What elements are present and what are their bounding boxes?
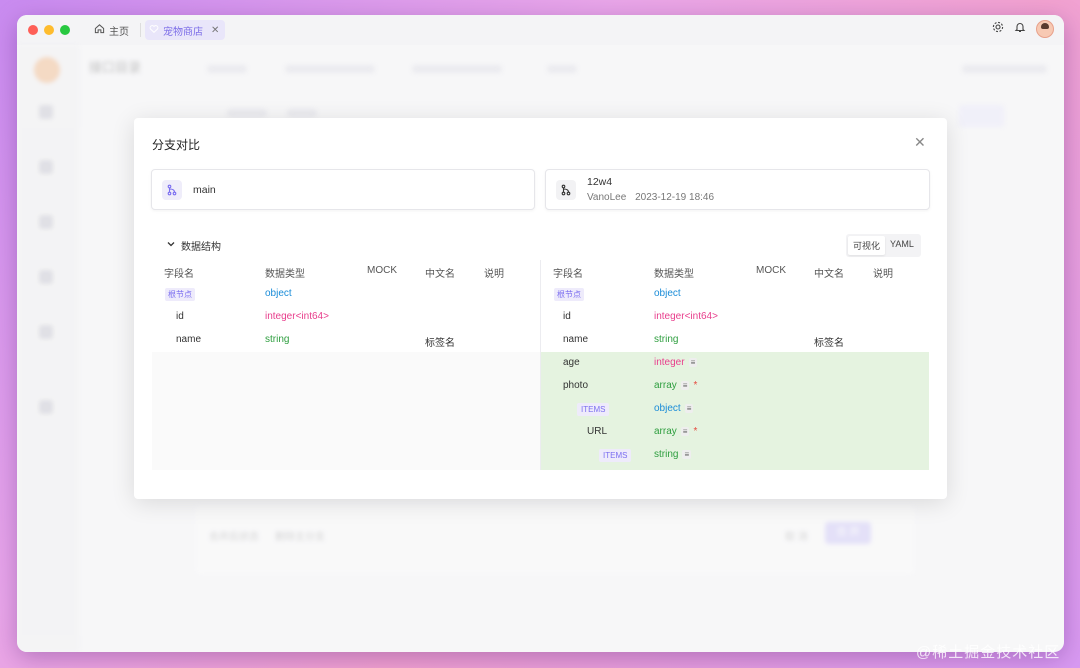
field-type: string (265, 334, 290, 345)
avatar[interactable] (1036, 20, 1054, 38)
toggle-visual[interactable]: 可视化 (848, 236, 886, 255)
right-schema-table: 字段名 数据类型 MOCK 中文名 说明 根节点 object id integ… (540, 260, 929, 470)
maximize-window-button[interactable] (60, 25, 70, 35)
column-header: 字段名 (164, 269, 194, 280)
field-name: name (176, 334, 202, 345)
branch-author: VanoLee (587, 192, 627, 203)
view-toggle: 可视化 YAML (846, 234, 921, 257)
left-branch-name: main (193, 184, 216, 196)
right-branch-meta: VanoLee 2023-12-19 18:46 (587, 192, 720, 203)
column-header: 数据类型 (265, 269, 305, 280)
git-branch-icon (556, 180, 576, 200)
table-row: id integer<int64> (152, 306, 540, 329)
close-icon[interactable]: ✕ (914, 134, 926, 151)
toggle-yaml[interactable]: YAML (885, 236, 919, 255)
field-type-cell: string ≡ (654, 449, 692, 460)
column-header: 字段名 (553, 269, 583, 280)
field-type: integer<int64> (654, 311, 718, 322)
tag-icon: ≡ (684, 404, 694, 413)
column-header: MOCK (756, 265, 786, 276)
field-name: name (563, 334, 589, 345)
table-row-added: URL array ≡ * (541, 421, 929, 444)
table-row-added: age integer ≡ (541, 352, 929, 375)
left-branch-card: main (151, 169, 535, 210)
close-window-button[interactable] (28, 25, 38, 35)
field-name: id (563, 311, 571, 322)
section-title: 数据结构 (181, 242, 221, 253)
titlebar-actions (992, 20, 1054, 38)
table-row-added: ITEMS string ≡ (541, 444, 929, 470)
close-icon[interactable]: ✕ (211, 25, 219, 36)
field-type-cell: object ≡ (654, 403, 694, 414)
right-branch-card: 12w4 VanoLee 2023-12-19 18:46 (545, 169, 930, 210)
field-type: integer<int64> (265, 311, 329, 322)
tab-pet-store[interactable]: 宠物商店 ✕ (145, 20, 226, 40)
left-schema-table: 字段名 数据类型 MOCK 中文名 说明 根节点 object id integ… (152, 260, 540, 470)
tab-home[interactable]: 主页 (94, 20, 129, 40)
column-header: 数据类型 (654, 269, 694, 280)
column-header: 说明 (484, 269, 504, 280)
heart-icon (149, 24, 159, 37)
table-header: 字段名 数据类型 MOCK 中文名 说明 (541, 260, 929, 283)
field-name: 根节点 (554, 288, 584, 301)
titlebar: 主页 宠物商店 ✕ (17, 15, 1064, 45)
field-name: photo (563, 380, 589, 391)
table-row: id integer<int64> (541, 306, 929, 329)
chevron-down-icon (167, 240, 175, 251)
field-cn-name: 标签名 (814, 338, 844, 349)
tag-icon: ≡ (680, 381, 690, 390)
tag-icon: ≡ (688, 358, 698, 367)
field-cn-name: 标签名 (425, 338, 455, 349)
field-type: string (654, 334, 679, 345)
minimize-window-button[interactable] (44, 25, 54, 35)
field-name: id (176, 311, 184, 322)
field-type: object (265, 288, 292, 299)
required-icon: * (693, 426, 698, 437)
field-name: ITEMS (577, 403, 610, 416)
field-name: age (563, 357, 580, 368)
tab-home-label: 主页 (109, 26, 129, 38)
field-name: 根节点 (165, 288, 195, 301)
table-row: 根节点 object (541, 283, 929, 306)
tag-icon: ≡ (680, 427, 690, 436)
table-header: 字段名 数据类型 MOCK 中文名 说明 (152, 260, 540, 283)
required-icon: * (693, 380, 698, 391)
table-row: name string 标签名 (541, 329, 929, 352)
branch-time: 2023-12-19 18:46 (635, 192, 715, 203)
field-type-cell: array ≡ * (654, 380, 698, 391)
tag-icon: ≡ (682, 450, 692, 459)
home-icon (94, 23, 105, 37)
git-branch-icon (162, 180, 182, 200)
right-branch-name: 12w4 (587, 176, 613, 188)
table-row: 根节点 object (152, 283, 540, 306)
table-row: name string 标签名 (152, 329, 540, 352)
field-name: URL (587, 426, 608, 437)
tab-pet-store-label: 宠物商店 (163, 26, 203, 38)
tab-divider (140, 23, 141, 37)
field-type: object (654, 288, 681, 299)
table-row-added: photo array ≡ * (541, 375, 929, 398)
field-type-cell: integer ≡ (654, 357, 698, 368)
column-header: 中文名 (814, 269, 844, 280)
bell-icon[interactable] (1014, 20, 1026, 38)
column-header: 中文名 (425, 269, 455, 280)
dialog-title: 分支对比 (152, 138, 201, 152)
field-name: ITEMS (599, 449, 632, 462)
table-row-added: ITEMS object ≡ (541, 398, 929, 421)
gear-icon[interactable] (992, 20, 1004, 38)
field-type-cell: array ≡ * (654, 426, 698, 437)
watermark: @稀土掘金技术社区 (916, 644, 1061, 661)
branch-compare-dialog: 分支对比 ✕ main 12w4 VanoLee 2023-12-19 18:4… (134, 118, 947, 499)
column-header: MOCK (367, 265, 397, 276)
column-header: 说明 (873, 269, 893, 280)
section-data-structure[interactable]: 数据结构 (167, 238, 221, 253)
